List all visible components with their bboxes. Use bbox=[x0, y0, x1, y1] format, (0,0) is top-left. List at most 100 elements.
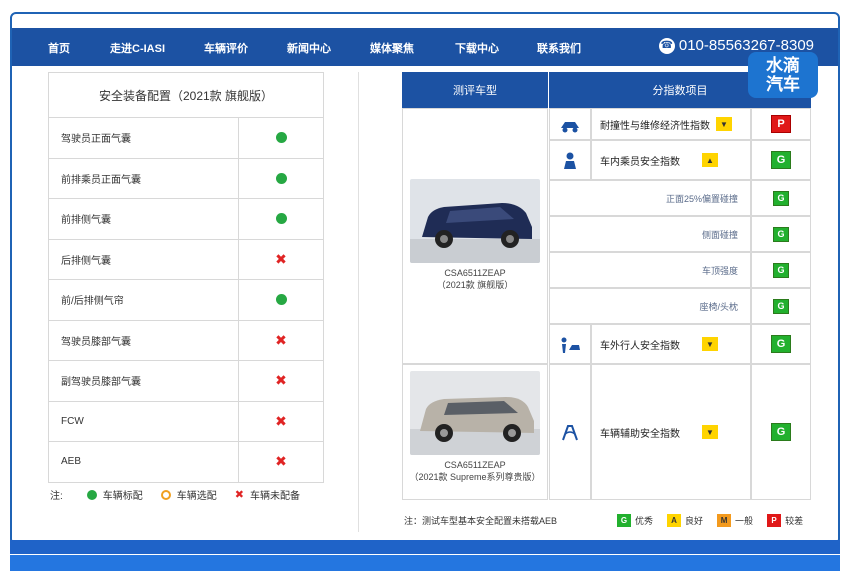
standard-dot-icon bbox=[275, 213, 287, 225]
index-label: 车外行人安全指数 bbox=[600, 340, 680, 352]
car1-photo bbox=[410, 179, 540, 263]
phone-icon: ☎ bbox=[658, 37, 675, 54]
car2-photo bbox=[410, 371, 540, 455]
legend-letter: M bbox=[717, 514, 732, 527]
car1-model: CSA6511ZEAP bbox=[444, 268, 506, 278]
grade-cell: G bbox=[751, 324, 811, 364]
icon-cell bbox=[549, 364, 591, 500]
grade-badge: G bbox=[771, 151, 791, 169]
grade-badge: G bbox=[773, 298, 789, 314]
not-equipped-cross-icon: ✖ bbox=[275, 412, 287, 429]
equipment-name: 前排侧气囊 bbox=[49, 199, 239, 239]
standard-dot-icon bbox=[275, 132, 287, 144]
legend-good: G 优秀 bbox=[617, 514, 653, 527]
grade-cell: G bbox=[751, 288, 811, 324]
legend-note: 注：测试车型基本安全配置未搭载AEB bbox=[404, 516, 558, 526]
expand-toggle-icon[interactable]: ▼ bbox=[702, 337, 718, 351]
legend-poor: P 较差 bbox=[767, 514, 803, 527]
grade-cell: G bbox=[751, 180, 811, 216]
legend-letter: P bbox=[767, 514, 782, 527]
equipment-legend: 注: 车辆标配 车辆选配 ✖ 车辆未配备 bbox=[50, 487, 300, 502]
rating-table: 测评车型 分指数项目 CSA6511ZEAP （2021款 旗舰版） CSA65… bbox=[402, 72, 814, 502]
table-row: 副驾驶员膝部气囊 ✖ bbox=[48, 361, 324, 402]
legend-label: 良好 bbox=[685, 516, 704, 526]
standard-dot-icon bbox=[275, 294, 287, 306]
equipment-name: 驾驶员正面气囊 bbox=[49, 118, 239, 158]
legend-none: 车辆未配备 bbox=[250, 491, 300, 502]
table-row: AEB ✖ bbox=[48, 442, 324, 483]
car1-cell: CSA6511ZEAP （2021款 旗舰版） bbox=[402, 108, 548, 364]
icon-cell bbox=[549, 108, 591, 140]
legend-letter: G bbox=[617, 514, 632, 527]
legend-standard: 车辆标配 bbox=[102, 491, 143, 502]
nav-item-news[interactable]: 新闻中心 bbox=[287, 40, 331, 56]
grade-cell: P bbox=[751, 108, 811, 140]
legend-label: 较差 bbox=[785, 516, 804, 526]
legend-label: 一般 bbox=[735, 516, 754, 526]
nav-item-vehicle-rating[interactable]: 车辆评价 bbox=[204, 40, 248, 56]
index-row-pedestrian: 车外行人安全指数 ▼ bbox=[591, 324, 751, 364]
nav-item-contact[interactable]: 联系我们 bbox=[537, 40, 581, 56]
pedestrian-icon bbox=[558, 335, 582, 355]
standard-dot-icon bbox=[275, 172, 287, 184]
grade-cell: G bbox=[751, 364, 811, 500]
table-row: 前排乘员正面气囊 bbox=[48, 158, 324, 199]
watermark-logo: 水滴 汽车 bbox=[748, 52, 818, 98]
grade-badge: G bbox=[773, 190, 789, 206]
equipment-name: 前排乘员正面气囊 bbox=[49, 158, 239, 198]
logo-line1: 水滴 bbox=[766, 56, 800, 75]
safety-equipment-table: 安全装备配置（2021款 旗舰版） 驾驶员正面气囊 前排乘员正面气囊 前排侧气囊… bbox=[48, 72, 324, 494]
grade-cell: G bbox=[751, 140, 811, 180]
top-nav: 首页 走进C-IASI 车辆评价 新闻中心 媒体聚焦 下载中心 联系我们 ☎ 0… bbox=[12, 28, 838, 66]
index-row-occupant: 车内乘员安全指数 ▲ bbox=[591, 140, 751, 180]
logo-line2: 汽车 bbox=[766, 75, 800, 94]
legend-optional: 车辆选配 bbox=[176, 491, 217, 502]
table-row: 后排侧气囊 ✖ bbox=[48, 239, 324, 280]
index-label: 耐撞性与维修经济性指数 bbox=[600, 120, 710, 132]
grade-badge: G bbox=[771, 423, 791, 441]
car2-cell: CSA6511ZEAP （2021款 Supreme系列尊贵版） bbox=[402, 364, 548, 500]
index-label: 车辆辅助安全指数 bbox=[600, 428, 680, 440]
grade-badge: G bbox=[773, 262, 789, 278]
index-label: 车内乘员安全指数 bbox=[600, 156, 680, 168]
car2-model: CSA6511ZEAP bbox=[444, 460, 506, 470]
nav-item-about[interactable]: 走进C-IASI bbox=[110, 40, 165, 56]
not-equipped-cross-icon: ✖ bbox=[275, 250, 287, 267]
footer-bar-lower bbox=[10, 555, 840, 571]
equipment-name: AEB bbox=[49, 442, 239, 482]
table-row: FCW ✖ bbox=[48, 401, 324, 442]
equipment-table-title: 安全装备配置（2021款 旗舰版） bbox=[48, 72, 324, 118]
grade-cell: G bbox=[751, 252, 811, 288]
optional-ring-icon bbox=[160, 489, 171, 500]
equipment-name: 副驾驶员膝部气囊 bbox=[49, 361, 239, 401]
legend-prefix: 注: bbox=[50, 491, 63, 502]
car2-trim: （2021款 Supreme系列尊贵版） bbox=[409, 472, 541, 482]
equipment-name: 后排侧气囊 bbox=[49, 239, 239, 279]
table-row: 驾驶员正面气囊 bbox=[48, 118, 324, 159]
expand-toggle-icon[interactable]: ▼ bbox=[716, 117, 732, 131]
nav-item-media[interactable]: 媒体聚焦 bbox=[370, 40, 414, 56]
not-equipped-cross-icon: ✖ bbox=[275, 372, 287, 389]
grade-badge: G bbox=[773, 226, 789, 242]
sub-row-side: 侧面碰撞 bbox=[549, 216, 751, 252]
index-row-driver-assist: 车辆辅助安全指数 ▼ bbox=[591, 364, 751, 500]
icon-cell bbox=[549, 140, 591, 180]
table-row: 驾驶员膝部气囊 ✖ bbox=[48, 320, 324, 361]
equipment-name: 驾驶员膝部气囊 bbox=[49, 320, 239, 360]
sub-row-roof: 车顶强度 bbox=[549, 252, 751, 288]
nav-item-home[interactable]: 首页 bbox=[48, 40, 70, 56]
expand-toggle-icon[interactable]: ▼ bbox=[702, 425, 718, 439]
legend-letter: A bbox=[667, 514, 682, 527]
crash-repair-icon bbox=[558, 115, 582, 135]
index-row-crashworthiness: 耐撞性与维修经济性指数 ▼ bbox=[591, 108, 751, 140]
grade-badge: G bbox=[771, 335, 791, 353]
grade-cell: G bbox=[751, 216, 811, 252]
sub-row-seat: 座椅/头枕 bbox=[549, 288, 751, 324]
not-equipped-cross-icon: ✖ bbox=[275, 453, 287, 470]
occupant-icon bbox=[558, 151, 582, 171]
icon-cell bbox=[549, 324, 591, 364]
nav-item-downloads[interactable]: 下载中心 bbox=[455, 40, 499, 56]
grade-badge: P bbox=[771, 115, 791, 133]
footer-bar bbox=[10, 540, 840, 554]
collapse-toggle-icon[interactable]: ▲ bbox=[702, 153, 718, 167]
